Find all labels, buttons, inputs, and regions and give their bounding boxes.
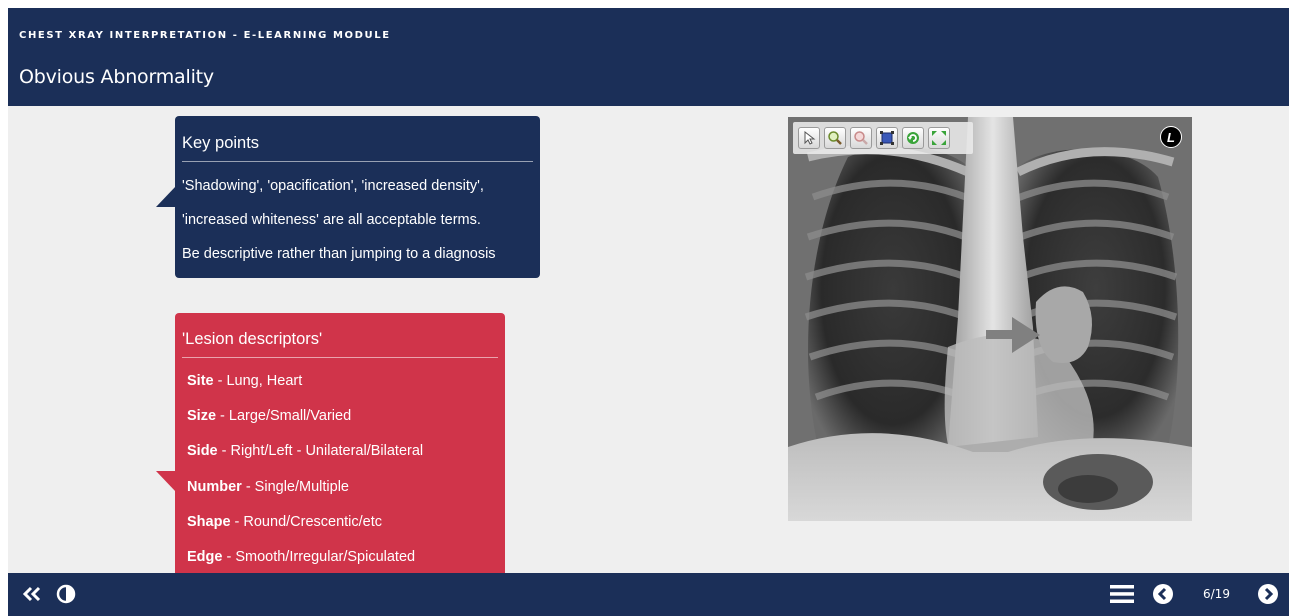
lesion-descriptor-item: Shape - Round/Crescentic/etc: [187, 514, 382, 530]
lesion-descriptor-item: Edge - Smooth/Irregular/Spiculated: [187, 549, 415, 565]
viewer-toolbar: [793, 122, 973, 154]
key-point-line: 'Shadowing', 'opacification', 'increased…: [182, 178, 484, 194]
descriptor-desc: - Smooth/Irregular/Spiculated: [222, 549, 416, 565]
descriptor-desc: - Lung, Heart: [213, 373, 303, 389]
key-points-callout-tail: [156, 186, 176, 207]
side-marker: L: [1160, 126, 1182, 148]
descriptor-term: Site: [187, 373, 214, 389]
descriptor-term: Edge: [187, 549, 223, 565]
descriptor-term: Number: [187, 479, 242, 495]
chevron-right-circle-icon[interactable]: [1257, 583, 1279, 605]
descriptor-desc: - Single/Multiple: [241, 479, 349, 495]
descriptor-desc: - Right/Left - Unilateral/Bilateral: [217, 443, 424, 459]
descriptor-desc: - Large/Small/Varied: [216, 408, 352, 424]
lesion-descriptor-item: Number - Single/Multiple: [187, 479, 349, 495]
app-frame: CHEST XRAY INTERPRETATION - E-LEARNING M…: [8, 8, 1289, 616]
reset-icon[interactable]: [902, 127, 924, 149]
chevron-left-circle-icon[interactable]: [1152, 583, 1174, 605]
lesion-descriptors-card: 'Lesion descriptors' Site - Lung, Heart …: [175, 313, 505, 573]
lesion-descriptor-item: Side - Right/Left - Unilateral/Bilateral: [187, 443, 423, 459]
menu-icon[interactable]: [1110, 583, 1134, 605]
contrast-icon[interactable]: [56, 584, 76, 604]
zoom-out-icon[interactable]: [850, 127, 872, 149]
header: CHEST XRAY INTERPRETATION - E-LEARNING M…: [8, 8, 1289, 106]
xray-viewer[interactable]: L: [788, 117, 1192, 521]
zoom-in-icon[interactable]: [824, 127, 846, 149]
chest-xray-image: [788, 117, 1192, 521]
key-points-heading: Key points: [182, 134, 533, 162]
lesion-descriptors-callout-tail: [156, 471, 176, 492]
lesion-descriptor-item: Size - Large/Small/Varied: [187, 408, 351, 424]
key-points-card: Key points 'Shadowing', 'opacification',…: [175, 116, 540, 278]
double-chevron-left-icon[interactable]: [22, 584, 42, 604]
footer-bar: 6/19: [8, 573, 1289, 616]
fit-window-icon[interactable]: [876, 127, 898, 149]
descriptor-term: Side: [187, 443, 218, 459]
descriptor-desc: - Round/Crescentic/etc: [230, 514, 383, 530]
key-point-line: Be descriptive rather than jumping to a …: [182, 246, 496, 262]
lesion-descriptor-item: Site - Lung, Heart: [187, 373, 302, 389]
pointer-tool-icon[interactable]: [798, 127, 820, 149]
page-counter: 6/19: [1203, 587, 1230, 601]
descriptor-term: Size: [187, 408, 217, 424]
key-point-line: 'increased whiteness' are all acceptable…: [182, 212, 481, 228]
lesion-descriptors-heading: 'Lesion descriptors': [182, 330, 498, 358]
fullscreen-icon[interactable]: [928, 127, 950, 149]
descriptor-term: Shape: [187, 514, 231, 530]
page-title: Obvious Abnormality: [19, 66, 214, 88]
module-title: CHEST XRAY INTERPRETATION - E-LEARNING M…: [19, 30, 391, 41]
